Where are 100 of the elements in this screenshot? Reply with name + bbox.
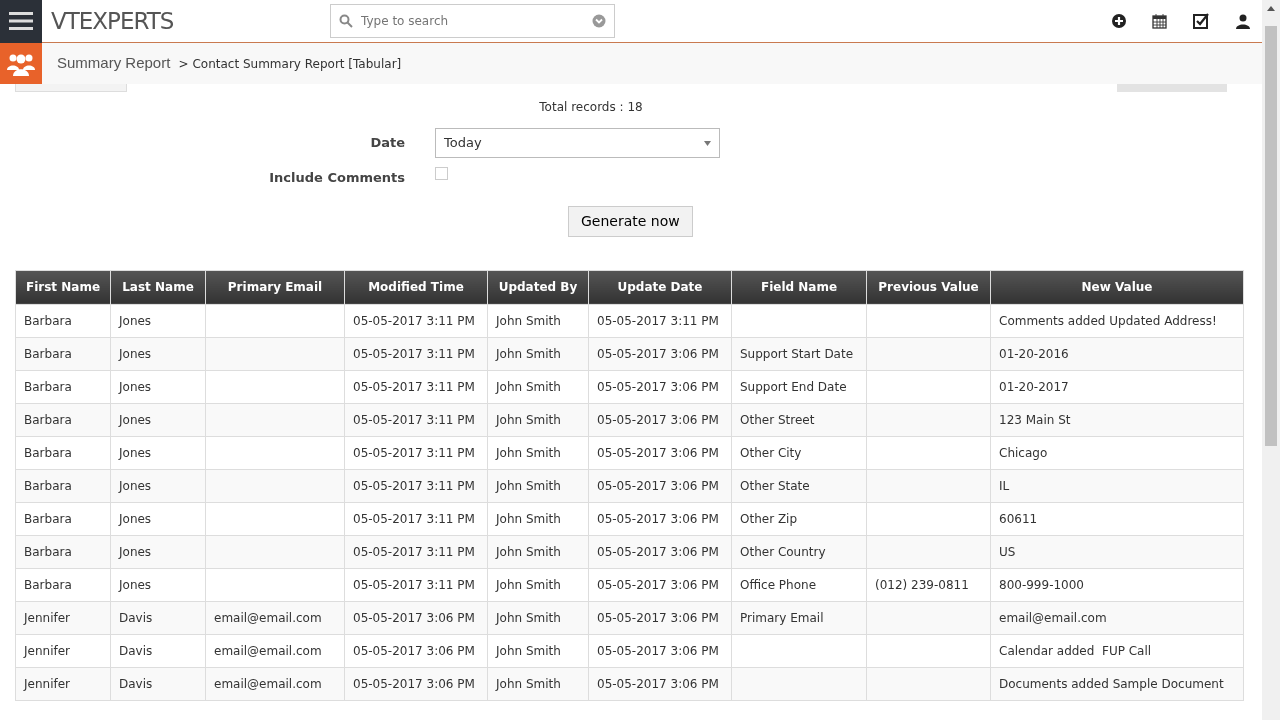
table-cell: 05-05-2017 3:06 PM <box>588 436 732 469</box>
table-cell: Comments added Updated Address! <box>990 304 1244 337</box>
column-header: Updated By <box>487 270 589 304</box>
table-cell: John Smith <box>487 337 589 370</box>
table-cell: 05-05-2017 3:11 PM <box>344 535 488 568</box>
table-cell: John Smith <box>487 535 589 568</box>
table-cell: Support Start Date <box>731 337 867 370</box>
generate-button[interactable]: Generate now <box>568 205 693 237</box>
table-cell: 05-05-2017 3:06 PM <box>588 370 732 403</box>
field-label: Date <box>369 134 405 153</box>
table-cell: 05-05-2017 3:11 PM <box>344 337 488 370</box>
table-cell: 05-05-2017 3:11 PM <box>344 304 488 337</box>
date-select[interactable]: Today <box>435 128 720 158</box>
table-cell: Jones <box>110 568 206 601</box>
table-cell: 05-05-2017 3:06 PM <box>344 667 488 700</box>
table-cell: Barbara <box>15 502 111 535</box>
table-cell: Office Phone <box>731 568 867 601</box>
table-cell: Barbara <box>15 469 111 502</box>
table-cell: US <box>990 535 1244 568</box>
scroll-up-icon[interactable] <box>1266 4 1276 12</box>
table-cell: 05-05-2017 3:11 PM <box>344 370 488 403</box>
table-cell: Barbara <box>15 370 111 403</box>
table-cell: John Smith <box>487 667 589 700</box>
column-header: New Value <box>990 270 1244 304</box>
table-cell: 05-05-2017 3:06 PM <box>588 403 732 436</box>
table-cell: Barbara <box>15 403 111 436</box>
column-header: Update Date <box>588 270 732 304</box>
caret-icon <box>704 140 711 146</box>
table-cell: John Smith <box>487 370 589 403</box>
table-cell: 05-05-2017 3:06 PM <box>588 568 732 601</box>
column-header: Last Name <box>110 270 206 304</box>
checkbox-icon[interactable] <box>1193 12 1210 30</box>
table-cell: 05-05-2017 3:06 PM <box>588 535 732 568</box>
table-cell: Jennifer <box>15 601 111 634</box>
module-title[interactable]: Summary Report <box>57 52 171 75</box>
table-cell: 05-05-2017 3:06 PM <box>588 469 732 502</box>
table-cell: (012) 239-0811 <box>866 568 991 601</box>
table-cell: John Smith <box>487 469 589 502</box>
column-header: Previous Value <box>866 270 991 304</box>
table-cell: 123 Main St <box>990 403 1244 436</box>
table-cell: 05-05-2017 3:06 PM <box>588 337 732 370</box>
table-cell: Jones <box>110 403 206 436</box>
table-cell: Barbara <box>15 337 111 370</box>
total-records: Total records : 18 <box>538 99 644 116</box>
dropdown-icon[interactable] <box>592 14 606 28</box>
breadcrumb-page: Contact Summary Report [Tabular] <box>192 55 402 73</box>
table-cell: Davis <box>110 667 206 700</box>
table-cell: Other State <box>731 469 867 502</box>
table-cell: 05-05-2017 3:11 PM <box>344 568 488 601</box>
table-cell: John Smith <box>487 403 589 436</box>
table-cell: John Smith <box>487 634 589 667</box>
column-header: First Name <box>15 270 111 304</box>
table-cell: 05-05-2017 3:11 PM <box>344 403 488 436</box>
table-cell: Support End Date <box>731 370 867 403</box>
table-cell: Jennifer <box>15 667 111 700</box>
table-cell: Jones <box>110 502 206 535</box>
table-cell: email@email.com <box>205 634 345 667</box>
table-cell: 05-05-2017 3:11 PM <box>588 304 732 337</box>
table-cell: Jones <box>110 436 206 469</box>
scrollbar-thumb[interactable] <box>1265 26 1277 446</box>
table-cell: Davis <box>110 634 206 667</box>
table-cell: Chicago <box>990 436 1244 469</box>
checkbox[interactable] <box>435 167 448 181</box>
table-cell: 05-05-2017 3:06 PM <box>588 667 732 700</box>
table-cell: Barbara <box>15 436 111 469</box>
table-cell: IL <box>990 469 1244 502</box>
table-cell: Primary Email <box>731 601 867 634</box>
user-icon[interactable] <box>1236 13 1250 29</box>
table-cell: Documents added Sample Document <box>990 667 1244 700</box>
breadcrumb-separator: > <box>178 55 189 73</box>
table-cell: 05-05-2017 3:06 PM <box>344 601 488 634</box>
table-cell: John Smith <box>487 304 589 337</box>
scrollbar[interactable] <box>1262 0 1280 720</box>
table-cell: email@email.com <box>205 601 345 634</box>
table-cell: John Smith <box>487 568 589 601</box>
add-icon[interactable] <box>1112 14 1126 28</box>
search-icon <box>339 14 353 28</box>
table-cell: 01-20-2017 <box>990 370 1244 403</box>
table-cell: Barbara <box>15 568 111 601</box>
table-cell: 05-05-2017 3:06 PM <box>588 502 732 535</box>
table-cell: 05-05-2017 3:11 PM <box>344 502 488 535</box>
table-cell: 05-05-2017 3:11 PM <box>344 469 488 502</box>
table-cell: Davis <box>110 601 206 634</box>
field-label: Include Comments <box>268 169 405 187</box>
menu-icon <box>9 11 33 31</box>
menu-button[interactable] <box>0 0 42 43</box>
calendar-icon[interactable] <box>1152 13 1167 29</box>
table-cell: Jones <box>110 337 206 370</box>
table-cell: 60611 <box>990 502 1244 535</box>
table-cell: 05-05-2017 3:06 PM <box>588 634 732 667</box>
table-cell: Other Zip <box>731 502 867 535</box>
search-box[interactable]: Type to search <box>330 4 615 38</box>
table-cell: Jones <box>110 370 206 403</box>
table-cell: Jones <box>110 304 206 337</box>
table-cell: 05-05-2017 3:06 PM <box>588 601 732 634</box>
table-cell: John Smith <box>487 601 589 634</box>
table-cell: 05-05-2017 3:11 PM <box>344 436 488 469</box>
column-header: Primary Email <box>205 270 345 304</box>
table-cell: Jennifer <box>15 634 111 667</box>
table-cell: Jones <box>110 469 206 502</box>
